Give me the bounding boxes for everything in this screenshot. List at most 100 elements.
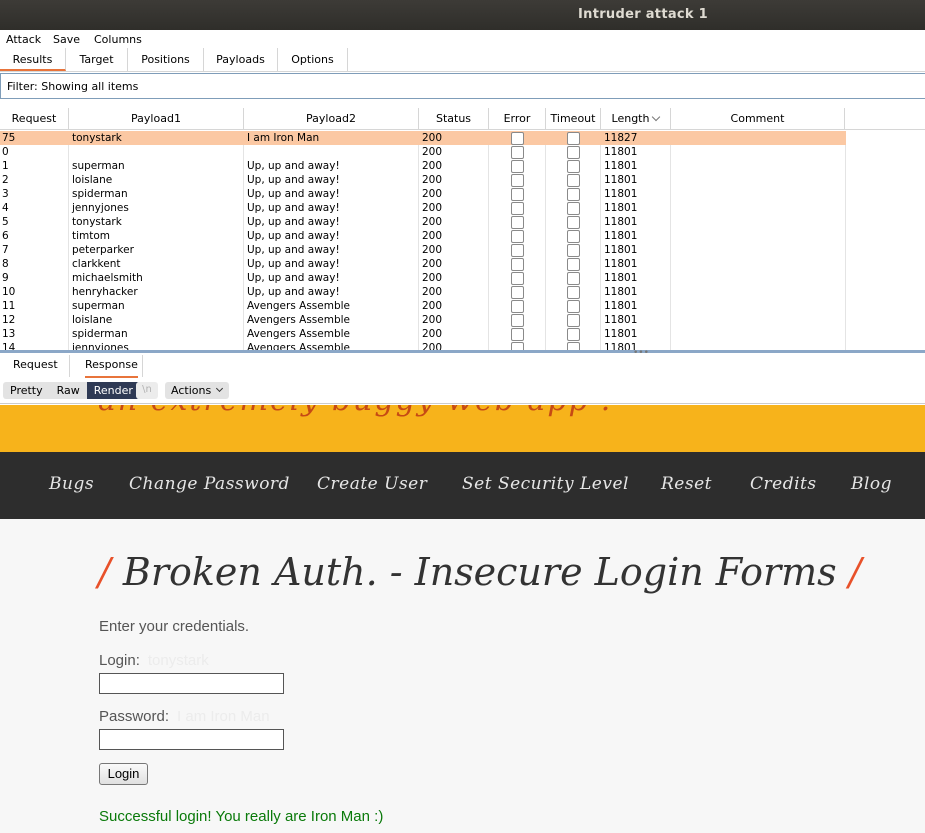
tab-results[interactable]: Results <box>0 48 66 71</box>
tab-positions[interactable]: Positions <box>128 48 204 71</box>
table-row[interactable]: 10 henryhacker Up, up and away! 200 11801 <box>0 285 846 299</box>
timeout-checkbox <box>567 132 580 145</box>
menu-attack[interactable]: Attack <box>6 33 41 46</box>
cell-length: 11801 <box>604 174 638 186</box>
col-timeout[interactable]: Timeout <box>546 108 601 130</box>
site-nav: Bugs Change Password Create User Set Sec… <box>0 452 925 519</box>
timeout-checkbox <box>567 160 580 173</box>
table-row[interactable]: 13 spiderman Avengers Assemble 200 11801 <box>0 327 846 341</box>
col-payload2[interactable]: Payload2 <box>244 108 419 130</box>
error-checkbox <box>511 132 524 145</box>
col-comment[interactable]: Comment <box>671 108 845 130</box>
nav-bugs[interactable]: Bugs <box>49 474 94 494</box>
cell-status: 200 <box>422 328 443 340</box>
col-status[interactable]: Status <box>419 108 489 130</box>
nav-credits[interactable]: Credits <box>750 474 817 494</box>
message-tabs: Request Response <box>0 353 925 378</box>
cell-payload2: Avengers Assemble <box>247 328 351 340</box>
table-row[interactable]: 6 timtom Up, up and away! 200 11801 <box>0 229 846 243</box>
table-row[interactable]: 5 tonystark Up, up and away! 200 11801 <box>0 215 846 229</box>
menu-save[interactable]: Save <box>53 33 80 46</box>
success-message: Successful login! You really are Iron Ma… <box>99 808 384 825</box>
error-checkbox <box>511 160 524 173</box>
page-title: / Broken Auth. - Insecure Login Forms / <box>98 550 862 594</box>
login-label-row: Login: tonystark <box>99 652 209 669</box>
cell-status: 200 <box>422 300 443 312</box>
cell-request: 9 <box>2 272 9 284</box>
error-checkbox <box>511 230 524 243</box>
login-input[interactable] <box>99 673 284 694</box>
col-request[interactable]: Request <box>0 108 69 130</box>
table-row[interactable]: 1 superman Up, up and away! 200 11801 <box>0 159 846 173</box>
cell-status: 200 <box>422 188 443 200</box>
cell-payload1: michaelsmith <box>72 272 143 284</box>
menu-columns[interactable]: Columns <box>94 33 142 46</box>
error-checkbox <box>511 300 524 313</box>
site-banner: an extremely buggy web app ! <box>0 405 925 452</box>
cell-status: 200 <box>422 230 443 242</box>
nav-set-security-level[interactable]: Set Security Level <box>462 474 629 494</box>
login-hint: tonystark <box>147 652 209 669</box>
cell-length: 11801 <box>604 216 638 228</box>
cell-payload2: Up, up and away! <box>247 216 340 228</box>
filter-bar[interactable]: Filter: Showing all items <box>0 73 925 99</box>
nav-reset[interactable]: Reset <box>661 474 712 494</box>
menubar: Attack Save Columns <box>0 30 925 48</box>
table-row[interactable]: 75 tonystark I am Iron Man 200 11827 <box>0 131 846 145</box>
nav-blog[interactable]: Blog <box>851 474 892 494</box>
cell-length: 11801 <box>604 202 638 214</box>
table-row[interactable]: 14 jennyjones Avengers Assemble 200 11801 <box>0 341 846 350</box>
tab-target[interactable]: Target <box>66 48 128 71</box>
tab-request[interactable]: Request <box>13 358 58 378</box>
cell-length: 11801 <box>604 146 638 158</box>
table-row[interactable]: 12 loislane Avengers Assemble 200 11801 <box>0 313 846 327</box>
password-input[interactable] <box>99 729 284 750</box>
cell-length: 11801 <box>604 160 638 172</box>
render-button[interactable]: Render <box>86 382 140 399</box>
pretty-button[interactable]: Pretty <box>3 382 50 399</box>
cell-payload2: Up, up and away! <box>247 230 340 242</box>
cell-request: 12 <box>2 314 16 326</box>
tab-payloads[interactable]: Payloads <box>204 48 278 71</box>
rendered-response: an extremely buggy web app ! Bugs Change… <box>0 405 925 833</box>
cell-payload1: superman <box>72 300 125 312</box>
error-checkbox <box>511 202 524 215</box>
view-mode-switch: Pretty Raw Render <box>3 382 140 399</box>
tab-options[interactable]: Options <box>278 48 348 71</box>
col-payload1[interactable]: Payload1 <box>69 108 244 130</box>
cell-length: 11801 <box>604 286 638 298</box>
newline-toggle-button[interactable]: \n <box>136 382 158 399</box>
cell-request: 75 <box>2 132 16 144</box>
col-error[interactable]: Error <box>489 108 546 130</box>
table-row[interactable]: 0 200 11801 <box>0 145 846 159</box>
raw-button[interactable]: Raw <box>50 382 87 399</box>
cell-payload1: loislane <box>72 174 113 186</box>
actions-button[interactable]: Actions <box>165 382 229 399</box>
login-button[interactable]: Login <box>99 763 148 785</box>
timeout-checkbox <box>567 146 580 159</box>
table-row[interactable]: 9 michaelsmith Up, up and away! 200 11801 <box>0 271 846 285</box>
cell-payload2: I am Iron Man <box>247 132 320 144</box>
nav-create-user[interactable]: Create User <box>317 474 427 494</box>
nav-change-password[interactable]: Change Password <box>129 474 290 494</box>
cell-request: 4 <box>2 202 9 214</box>
cell-payload2: Up, up and away! <box>247 286 340 298</box>
timeout-checkbox <box>567 314 580 327</box>
table-row[interactable]: 3 spiderman Up, up and away! 200 11801 <box>0 187 846 201</box>
cell-length: 11801 <box>604 230 638 242</box>
tab-response[interactable]: Response <box>85 358 138 378</box>
timeout-checkbox <box>567 202 580 215</box>
timeout-checkbox <box>567 328 580 341</box>
cell-length: 11801 <box>604 258 638 270</box>
cell-request: 1 <box>2 160 9 172</box>
cell-status: 200 <box>422 286 443 298</box>
cell-status: 200 <box>422 202 443 214</box>
table-row[interactable]: 11 superman Avengers Assemble 200 11801 <box>0 299 846 313</box>
table-row[interactable]: 4 jennyjones Up, up and away! 200 11801 <box>0 201 846 215</box>
table-row[interactable]: 2 loislane Up, up and away! 200 11801 <box>0 173 846 187</box>
table-row[interactable]: 8 clarkkent Up, up and away! 200 11801 <box>0 257 846 271</box>
timeout-checkbox <box>567 244 580 257</box>
table-row[interactable]: 7 peterparker Up, up and away! 200 11801 <box>0 243 846 257</box>
cell-payload1: spiderman <box>72 328 128 340</box>
col-length[interactable]: Length <box>601 108 671 130</box>
